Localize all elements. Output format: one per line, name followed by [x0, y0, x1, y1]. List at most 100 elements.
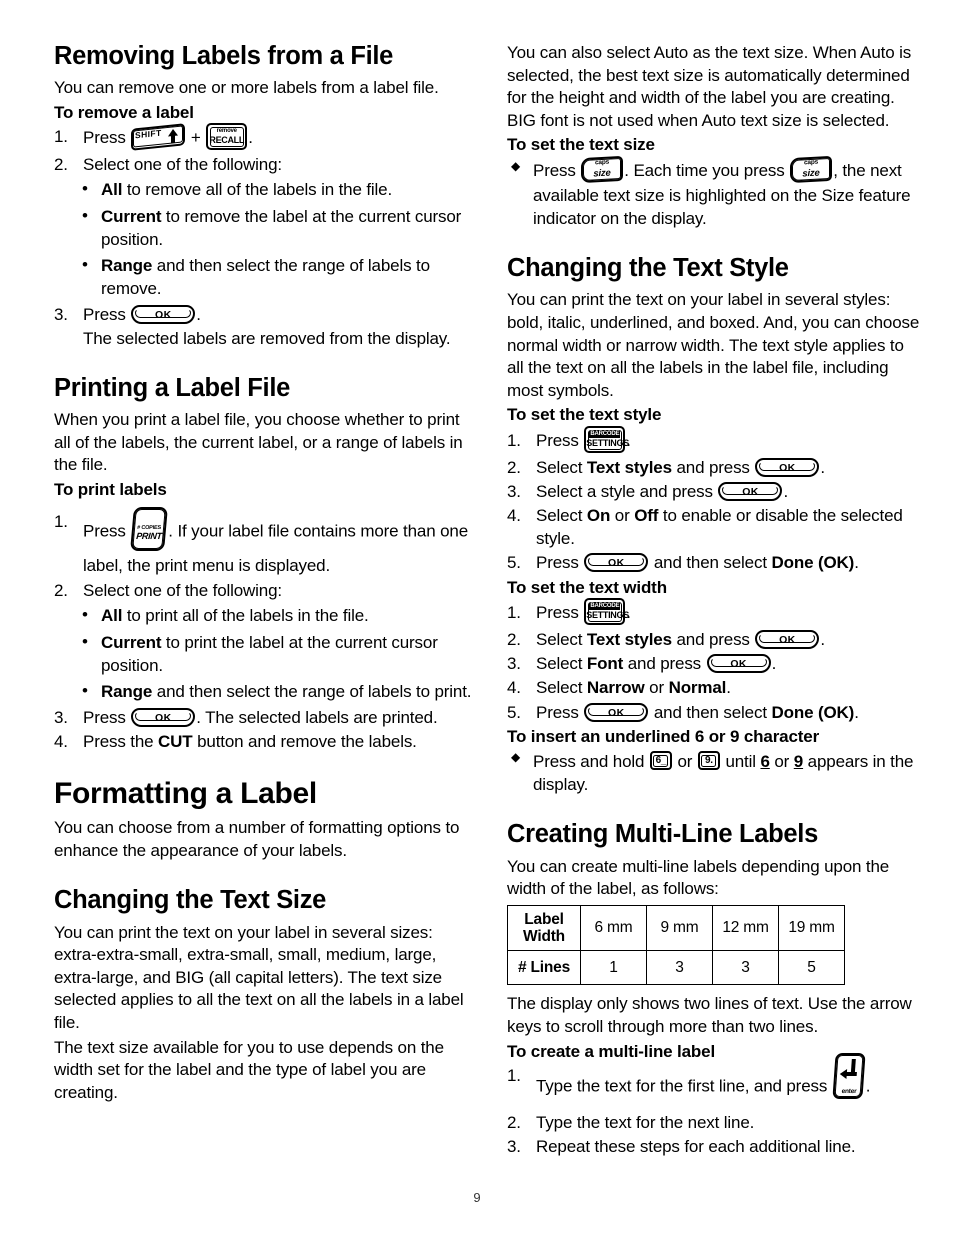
ok-key-icon: OK	[718, 482, 783, 502]
menu-item-label: Font	[586, 654, 624, 674]
list-item: 2. Type the text for the next line.	[507, 1111, 921, 1134]
step-text-suffix: .	[820, 630, 825, 650]
step-text-prefix: Select a style and press	[536, 482, 718, 502]
page-number: 9	[473, 1190, 481, 1205]
to-set-text-style-heading: To set the text style	[507, 405, 662, 425]
print-key-bottom-label: PRINT	[136, 530, 163, 541]
step-number: 3.	[54, 304, 68, 324]
remove-result-note: The selected labels are removed from the…	[83, 329, 451, 349]
enter-key-icon: enter	[832, 1053, 866, 1100]
list-item: 5. Press OK and then select Done (OK).	[507, 701, 921, 724]
list-item: 4. Press the CUT button and remove the l…	[54, 730, 479, 753]
step-number: 3.	[54, 707, 68, 727]
to-set-text-size-heading: To set the text size	[507, 135, 655, 155]
step-text-prefix: Press	[536, 553, 584, 573]
ok-key-label: OK	[608, 706, 625, 719]
size-key-icon: caps size	[790, 155, 833, 184]
ok-key-icon: OK	[706, 654, 771, 674]
step-number: 5.	[507, 553, 521, 573]
ok-key-icon: OK	[755, 630, 820, 650]
ok-key-icon: OK	[584, 553, 649, 573]
list-item: 3. Press OK .	[54, 303, 479, 326]
remove-options-list: • All to remove all of the labels in the…	[54, 178, 479, 300]
bullet-text-part-2: . Each time you press	[624, 161, 785, 181]
cut-button-label: CUT	[158, 731, 193, 751]
step-text-suffix: .	[248, 128, 253, 148]
list-item: 1. Press SHIFT + remove RECALL .	[54, 122, 479, 152]
done-ok-label: Done (OK)	[771, 702, 855, 722]
remove-label-steps-cont: 3. Press OK .	[54, 303, 479, 326]
list-item: 3. Press OK . The selected labels are pr…	[54, 706, 479, 729]
option-label: Range	[101, 681, 153, 701]
diamond-bullet-icon: ◆	[511, 750, 521, 765]
recall-key-bottom-label: RECALL	[209, 135, 245, 146]
step-number: 1.	[507, 1066, 521, 1086]
create-multiline-steps: 1. Type the text for the first line, and…	[507, 1053, 921, 1158]
nine-key-label: 9.	[705, 755, 713, 767]
step-number: 5.	[507, 702, 521, 722]
step-text-prefix: Press	[536, 603, 579, 623]
step-text-prefix: Select	[536, 506, 587, 526]
step-number: 2.	[507, 1113, 521, 1133]
diamond-bullet-icon: ◆	[511, 159, 521, 174]
list-item: 1. Type the text for the first line, and…	[507, 1053, 921, 1110]
enter-key-label: enter	[841, 1088, 857, 1096]
two-column-layout: Removing Labels from a File You can remo…	[54, 42, 919, 1160]
printing-section-heading: Printing a Label File	[54, 374, 290, 403]
step-text-suffix: .	[726, 678, 731, 698]
step-text-prefix: Press	[83, 304, 126, 324]
step-text-suffix: .	[196, 304, 201, 324]
set-text-width-steps: 1. Press BARCODE SETTINGS . 2. Select Te…	[507, 598, 921, 724]
step-number: 4.	[54, 731, 68, 751]
step-number: 3.	[507, 482, 521, 502]
step-text-mid: or	[644, 678, 669, 698]
set-text-size-list: ◆ Press caps size . Each time you press …	[507, 155, 921, 230]
list-item: 1. Press # COPIES PRINT . If your label …	[54, 506, 479, 579]
step-text-mid: and press	[671, 458, 755, 478]
ok-key-label: OK	[608, 557, 625, 570]
bullet-text-part-3: until	[725, 752, 756, 772]
done-ok-label: Done (OK)	[771, 553, 855, 573]
text-size-para-2: The text size available for you to use d…	[54, 1037, 444, 1102]
six-key-label: 6_	[655, 755, 667, 767]
settings-key-icon: BARCODE SETTINGS	[584, 426, 629, 454]
table-cell: 3	[712, 950, 779, 986]
ok-key-icon: OK	[131, 304, 196, 324]
ok-key-label: OK	[155, 308, 172, 321]
list-item: • Range and then select the range of lab…	[54, 254, 479, 300]
option-narrow-label: Narrow	[586, 678, 645, 698]
step-text-mid: and then select	[649, 702, 772, 722]
label-width-table: Label Width 6 mm 9 mm 12 mm 19 mm # Line…	[507, 904, 845, 986]
step-number: 2.	[507, 630, 521, 650]
settings-key-bottom-label: SETTINGS	[586, 610, 629, 621]
bullet-icon: •	[82, 179, 88, 199]
step-number: 2.	[507, 458, 521, 478]
ok-key-label: OK	[155, 711, 172, 724]
step-text: Type the text for the next line.	[536, 1113, 755, 1133]
list-item: ◆ Press and hold 6_ or 9. until 6 or 9 a…	[507, 750, 921, 796]
recall-key-top-label: remove	[216, 127, 237, 134]
step-number: 1.	[54, 127, 68, 147]
label-width-line-1: Label	[524, 910, 564, 928]
step-number: 4.	[507, 678, 521, 698]
step-number: 2.	[54, 155, 68, 175]
option-text: and then select the range of labels to p…	[152, 681, 472, 701]
list-item: 3. Repeat these steps for each additiona…	[507, 1135, 921, 1158]
ok-key-label: OK	[742, 486, 759, 499]
multiline-note: The display only shows two lines of text…	[507, 994, 912, 1037]
table-row: Label Width 6 mm 9 mm 12 mm 19 mm	[507, 904, 845, 952]
formatting-section-heading: Formatting a Label	[54, 777, 317, 811]
list-item: • All to print all of the labels in the …	[54, 604, 479, 627]
auto-text-size-para: You can also select Auto as the text siz…	[507, 43, 912, 130]
step-text-suffix: .	[783, 482, 789, 502]
step-text-prefix: Press	[83, 707, 126, 727]
text-size-para-1: You can print the text on your label in …	[54, 922, 464, 1032]
step-text-suffix: button and remove the labels.	[192, 731, 417, 751]
multiline-intro: You can create multi-line labels dependi…	[507, 856, 890, 899]
step-text-mid: and press	[623, 654, 706, 674]
bullet-icon: •	[82, 254, 88, 274]
list-item: 2. Select Text styles and press OK .	[507, 628, 921, 651]
right-column: You can also select Auto as the text siz…	[507, 42, 921, 1160]
left-column: Removing Labels from a File You can remo…	[54, 42, 479, 1106]
bullet-icon: •	[82, 631, 88, 651]
